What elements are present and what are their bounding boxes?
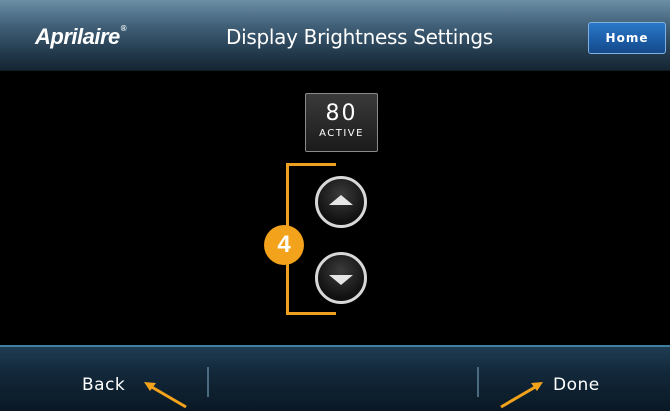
brightness-value: 80 [325, 101, 358, 126]
increase-button[interactable] [315, 176, 367, 228]
done-button[interactable]: Done [553, 375, 600, 395]
decrease-button[interactable] [315, 252, 367, 304]
footer-divider-left [207, 367, 209, 397]
brightness-status: ACTIVE [319, 128, 364, 139]
down-triangle-icon [329, 275, 353, 285]
back-callout-arrow [144, 382, 187, 409]
callout-badge: 4 [264, 225, 304, 265]
registered-mark: ® [120, 24, 127, 33]
aprilaire-logo: Aprilaire® [35, 24, 127, 50]
back-button[interactable]: Back [82, 375, 125, 395]
footer-bar: Back Done [0, 345, 670, 411]
done-callout-arrow [500, 382, 543, 409]
home-button[interactable]: Home [588, 22, 666, 54]
logo-text: Aprilaire [35, 24, 120, 49]
footer-divider-right [477, 367, 479, 397]
brightness-value-display: 80 ACTIVE [305, 93, 378, 152]
up-triangle-icon [329, 195, 353, 205]
header-bar: Aprilaire® Display Brightness Settings H… [0, 0, 670, 71]
page-title: Display Brightness Settings [226, 25, 493, 49]
